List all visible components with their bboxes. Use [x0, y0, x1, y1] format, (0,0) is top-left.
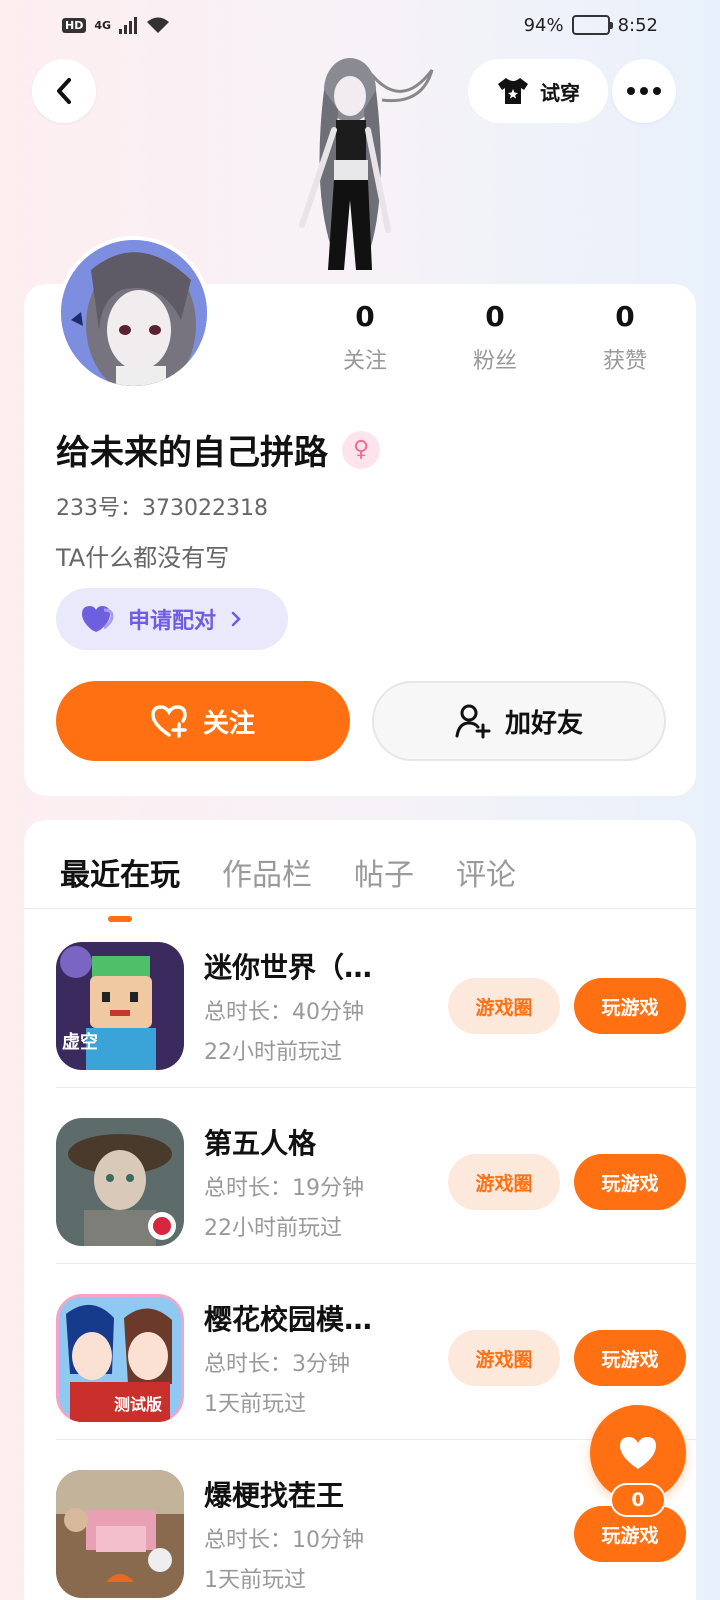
game-name: 第五人格 [204, 1127, 317, 1160]
game-duration: 总时长：10分钟 [204, 1528, 364, 1553]
stat-following[interactable]: 0 关注 [300, 300, 430, 375]
bio: TA什么都没有写 [56, 544, 230, 572]
tshirt-icon [498, 78, 528, 104]
chevron-left-icon [57, 78, 71, 104]
tab-posts[interactable]: 帖子 [354, 850, 414, 894]
nickname-row: 给未来的自己拼路 ♀ [56, 425, 380, 474]
wifi-icon [147, 17, 170, 33]
recent-games-card: 最近在玩 作品栏 帖子 评论 虚空 迷你世界（… 总时长：40分钟 22小时前玩… [24, 820, 696, 1600]
female-icon: ♀ [342, 430, 380, 469]
play-game-button[interactable]: 玩游戏 [574, 1154, 686, 1210]
game-row[interactable]: 测试版 樱花校园模… 总时长：3分钟 1天前玩过 游戏圈 玩游戏 [56, 1264, 696, 1440]
play-game-button[interactable]: 玩游戏 [574, 1330, 686, 1386]
network-type: 4G [94, 18, 112, 32]
game-circle-button[interactable]: 游戏圈 [448, 1154, 560, 1210]
game-icon-find-difference[interactable] [56, 1470, 184, 1598]
tab-comments[interactable]: 评论 [456, 850, 516, 894]
follow-label: 关注 [202, 708, 255, 739]
stat-fans[interactable]: 0 粉丝 [430, 300, 560, 375]
chevron-right-icon [231, 611, 241, 627]
try-on-label: 试穿 [540, 80, 580, 105]
game-last-played: 22小时前玩过 [204, 1216, 342, 1241]
game-icon-identity-v[interactable] [56, 1118, 184, 1246]
clock: 8:52 [617, 14, 658, 36]
likes-count: 0 [615, 300, 635, 333]
avatar-image [61, 240, 207, 386]
game-icon-badge: 虚空 [62, 1031, 98, 1053]
game-name: 爆梗找茬王 [204, 1479, 345, 1512]
more-button[interactable] [612, 59, 676, 123]
stat-likes[interactable]: 0 获赞 [560, 300, 690, 375]
follow-button[interactable]: 关注 [56, 681, 350, 761]
profile-tabs: 最近在玩 作品栏 帖子 评论 [60, 850, 516, 922]
game-duration: 总时长：19分钟 [204, 1176, 364, 1201]
game-duration: 总时长：40分钟 [204, 1000, 364, 1025]
game-last-played: 1天前玩过 [204, 1568, 306, 1593]
heart-icon [620, 1437, 656, 1469]
game-row[interactable]: 第五人格 总时长：19分钟 22小时前玩过 游戏圈 玩游戏 [56, 1088, 696, 1264]
tab-works-label: 作品栏 [222, 858, 312, 893]
tabs-divider [24, 908, 696, 909]
game-name: 樱花校园模… [204, 1303, 373, 1336]
status-right: 94% 8:52 [524, 15, 658, 36]
game-icon-badge: 测试版 [114, 1395, 162, 1414]
stats-row: 0 关注 0 粉丝 0 获赞 [300, 300, 690, 375]
game-last-played: 1天前玩过 [204, 1392, 306, 1417]
more-dots-icon [627, 87, 661, 95]
apply-pair-button[interactable]: 申请配对 [56, 588, 288, 650]
try-on-button[interactable]: 试穿 [468, 59, 608, 123]
add-user-icon [455, 704, 491, 739]
profile-avatar[interactable] [57, 236, 211, 390]
game-last-played: 22小时前玩过 [204, 1040, 342, 1065]
hd-badge: HD [62, 17, 87, 33]
game-icon-mini-world[interactable]: 虚空 [56, 942, 184, 1070]
tab-posts-label: 帖子 [354, 858, 414, 893]
tab-works[interactable]: 作品栏 [222, 850, 312, 894]
heart-pair-icon [82, 606, 114, 632]
heart-plus-icon [151, 705, 187, 738]
game-name: 迷你世界（… [204, 951, 373, 984]
game-circle-button[interactable]: 游戏圈 [448, 978, 560, 1034]
battery-icon [571, 15, 613, 35]
following-label: 关注 [342, 349, 387, 374]
likes-label: 获赞 [602, 349, 647, 374]
status-bar: HD 4G 94% 8:52 [0, 0, 720, 50]
back-button[interactable] [32, 59, 96, 123]
following-count: 0 [355, 300, 375, 333]
add-friend-button[interactable]: 加好友 [372, 681, 666, 761]
apply-pair-label: 申请配对 [128, 609, 217, 634]
status-left: HD 4G [62, 15, 171, 35]
tab-comments-label: 评论 [456, 858, 516, 893]
user-id[interactable]: 233号：373022318 [56, 490, 268, 522]
game-icon-sakura-school[interactable]: 测试版 [56, 1294, 184, 1422]
play-game-button[interactable]: 玩游戏 [574, 978, 686, 1034]
nickname: 给未来的自己拼路 [56, 433, 328, 473]
tab-recent-playing[interactable]: 最近在玩 [60, 850, 180, 922]
battery-percent: 94% [523, 14, 564, 36]
game-row[interactable]: 虚空 迷你世界（… 总时长：40分钟 22小时前玩过 游戏圈 玩游戏 [56, 912, 696, 1088]
signal-icon [119, 16, 138, 34]
fans-count: 0 [485, 300, 505, 333]
fans-label: 粉丝 [472, 349, 517, 374]
add-friend-label: 加好友 [504, 708, 583, 739]
like-count: 0 [610, 1483, 666, 1517]
game-circle-button[interactable]: 游戏圈 [448, 1330, 560, 1386]
tab-recent-label: 最近在玩 [60, 858, 180, 893]
avatar-3d-figure[interactable] [272, 50, 452, 290]
game-duration: 总时长：3分钟 [204, 1352, 350, 1377]
